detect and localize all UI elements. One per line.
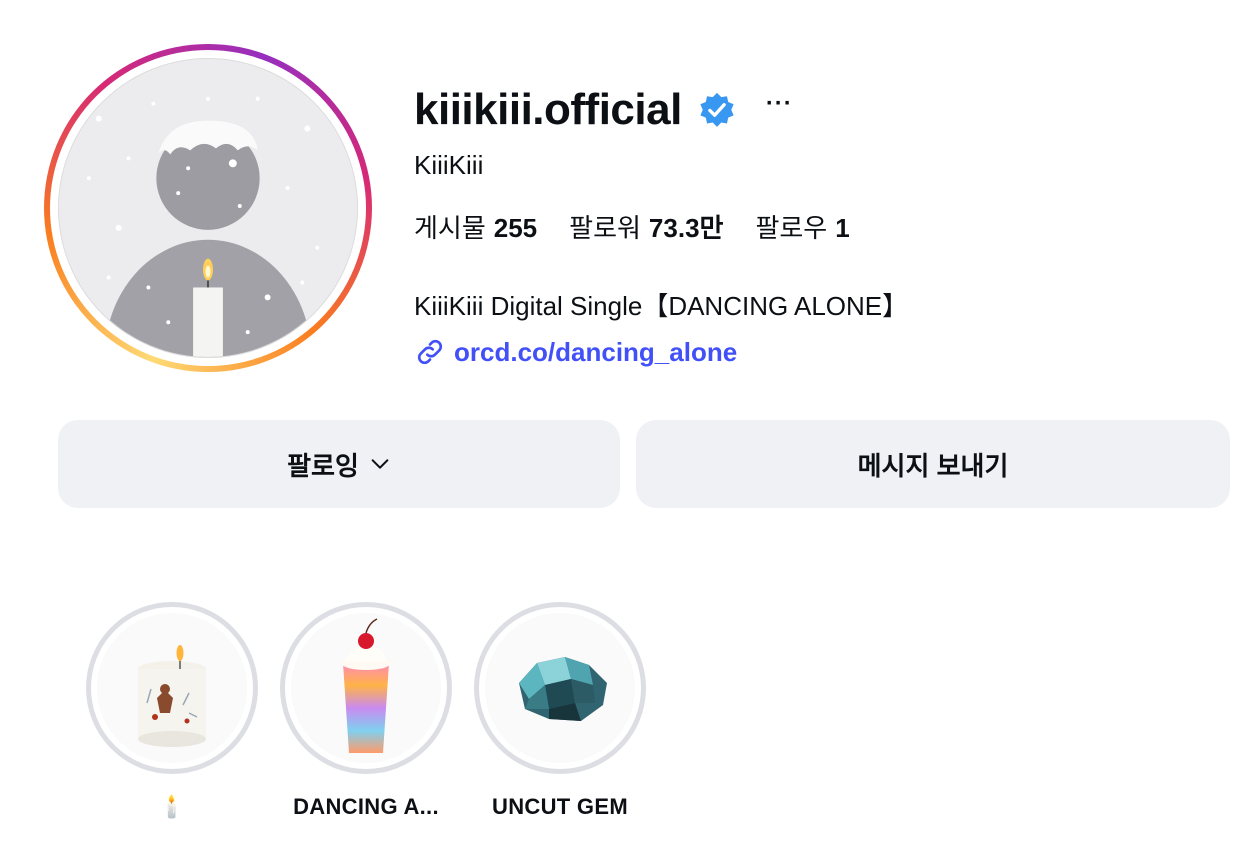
avatar[interactable]	[58, 58, 358, 358]
following-count: 1	[835, 213, 850, 243]
highlight-item[interactable]: DANCING A...	[280, 602, 452, 820]
highlight-ring	[86, 602, 258, 774]
highlight-label: 🕯️	[158, 794, 186, 819]
following-button-label: 팔로잉	[287, 450, 359, 481]
posts-count: 255	[493, 213, 538, 243]
full-name: KiiiKiii	[414, 150, 484, 180]
highlight-cover	[97, 613, 247, 763]
more-options-button[interactable]: ···	[766, 92, 793, 128]
bio-text: KiiiKiii Digital Single【DANCING ALONE】	[414, 291, 909, 321]
followers-stat[interactable]: 팔로워 73.3만	[569, 208, 723, 245]
bio-link-text: orcd.co/dancing_alone	[454, 336, 738, 367]
bio-link[interactable]: orcd.co/dancing_alone	[414, 336, 737, 368]
posts-label: 게시물	[414, 213, 486, 243]
highlight-label: DANCING A...	[293, 794, 439, 819]
highlight-ring	[474, 602, 646, 774]
avatar-frame	[50, 50, 366, 366]
username-row: kiiikiii.official ···	[414, 82, 793, 138]
profile-avatar-ring[interactable]	[44, 44, 372, 372]
highlight-item[interactable]: UNCUT GEM	[474, 602, 646, 820]
followers-label: 팔로워	[569, 213, 641, 243]
profile-stats: 게시물 255 팔로워 73.3만 팔로우 1	[414, 208, 850, 245]
username: kiiikiii.official	[414, 85, 682, 134]
highlight-label: UNCUT GEM	[492, 794, 628, 819]
following-label: 팔로우	[755, 213, 828, 243]
highlight-ring	[280, 602, 452, 774]
message-button[interactable]: 메시지 보내기	[636, 420, 1230, 508]
message-button-label: 메시지 보내기	[857, 450, 1009, 481]
followers-count: 73.3만	[648, 213, 724, 243]
highlight-item[interactable]: 🕯️	[86, 602, 258, 820]
verified-badge-icon	[700, 92, 734, 127]
highlight-cover	[291, 613, 441, 763]
following-button[interactable]: 팔로잉	[58, 420, 620, 508]
following-stat[interactable]: 팔로우 1	[755, 208, 849, 245]
avatar-image	[59, 59, 357, 357]
candle-icon	[97, 613, 247, 763]
chevron-down-icon	[371, 459, 389, 469]
milkshake-icon	[291, 613, 441, 763]
highlight-cover	[485, 613, 635, 763]
link-icon	[417, 339, 443, 365]
posts-stat[interactable]: 게시물 255	[414, 208, 537, 245]
gem-icon	[485, 613, 635, 763]
